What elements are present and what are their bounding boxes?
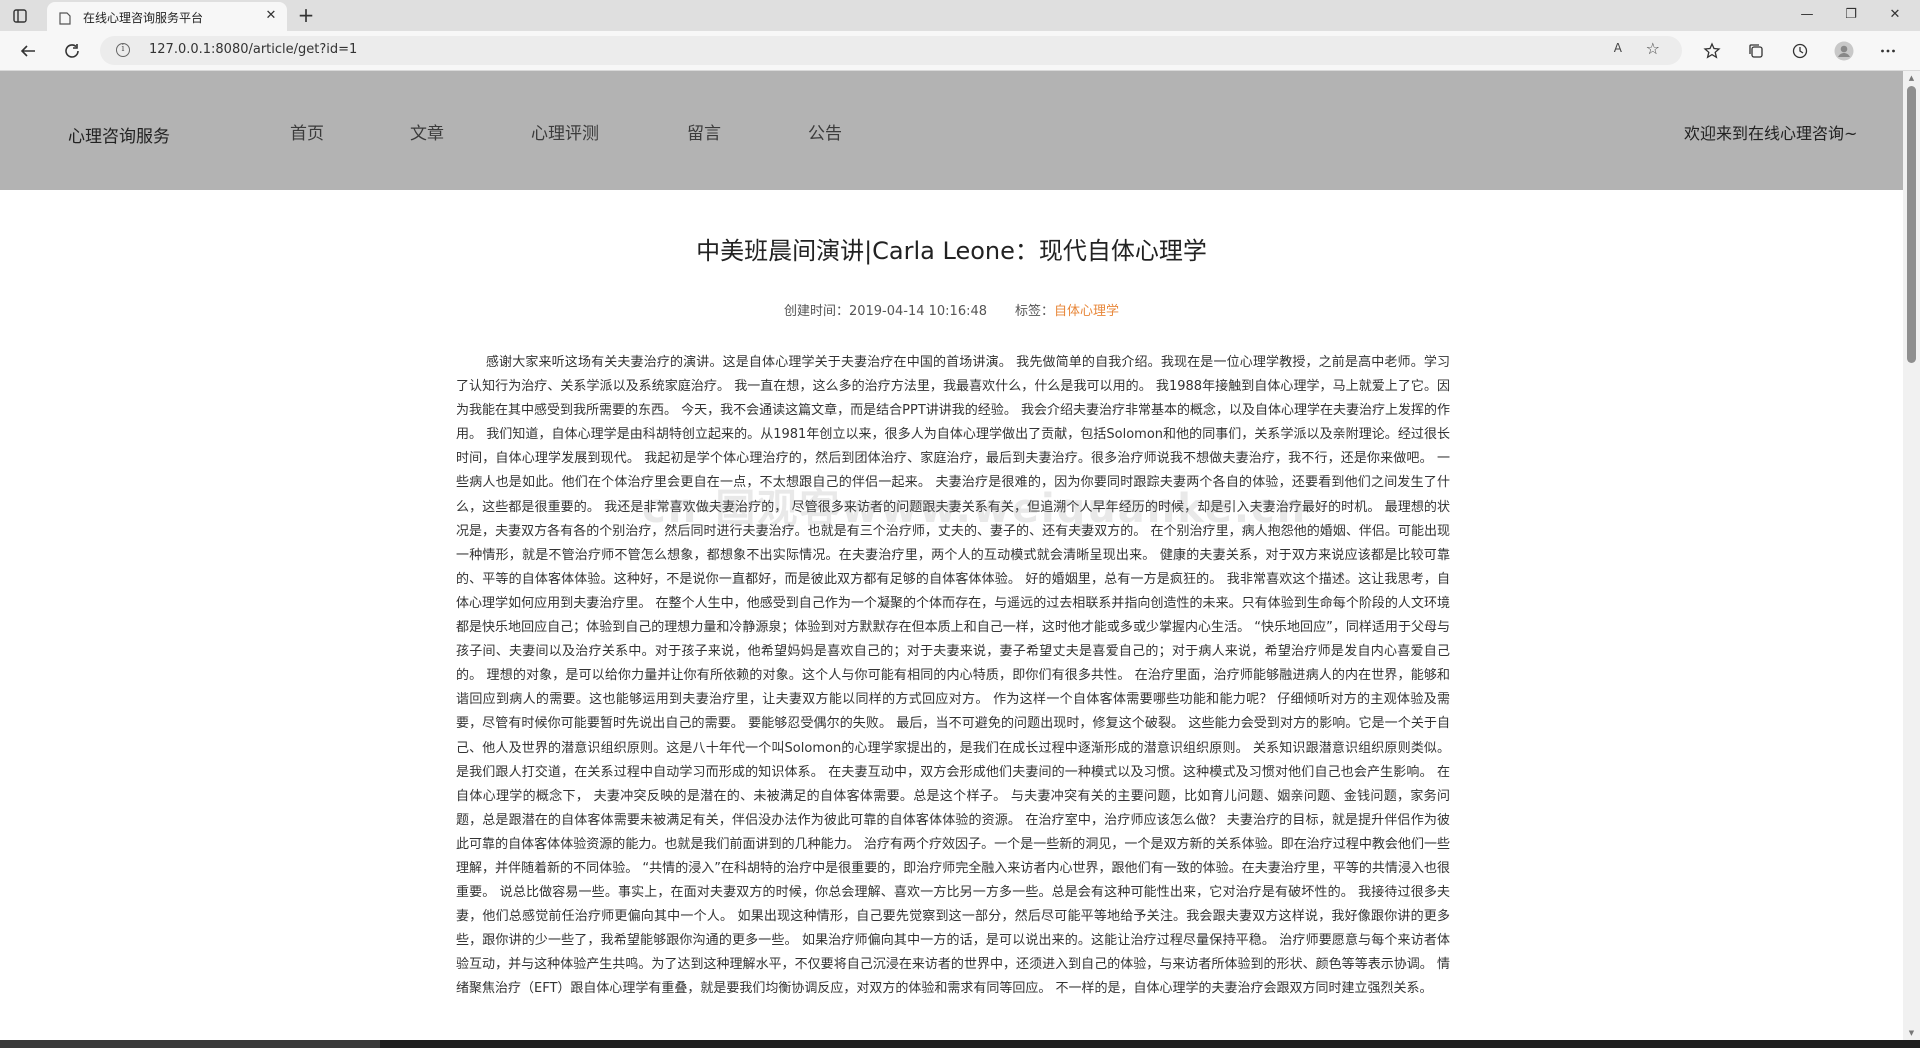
window-minimize-icon[interactable]: —	[1796, 5, 1818, 25]
refresh-icon[interactable]	[61, 40, 83, 62]
browser-tab-active[interactable]: 在线心理咨询服务平台 ✕	[47, 2, 287, 31]
created-value: 2019-04-14 10:16:48	[848, 304, 988, 319]
tag-link[interactable]: 自体心理学	[1054, 304, 1119, 319]
window-close-icon[interactable]: ✕	[1884, 5, 1906, 25]
add-favorite-icon[interactable]: ☆	[1646, 39, 1660, 58]
nav-messages[interactable]: 留言	[687, 119, 721, 144]
site-brand[interactable]: 心理咨询服务	[68, 122, 170, 147]
page-favicon-icon	[59, 10, 71, 25]
created-label: 创建时间：	[783, 304, 849, 319]
article-body: 感谢大家来听这场有关夫妻治疗的演讲。这是自体心理学关于夫妻治疗在中国的首场讲演。…	[456, 355, 1450, 997]
address-url[interactable]: 127.0.0.1:8080/article/get?id=1	[149, 42, 357, 57]
taskbar-strip	[0, 1040, 380, 1048]
article-title: 中美班晨间演讲|Carla Leone：现代自体心理学	[696, 237, 1207, 265]
tab-title: 在线心理咨询服务平台	[83, 11, 204, 25]
read-aloud-icon[interactable]: A	[1614, 41, 1622, 55]
nav-articles[interactable]: 文章	[410, 119, 444, 144]
tab-close-icon[interactable]: ✕	[263, 8, 279, 24]
site-info-icon[interactable]: i	[116, 43, 130, 57]
scrollbar-thumb[interactable]	[1907, 86, 1916, 363]
window-restore-icon[interactable]: ❐	[1840, 5, 1862, 25]
scroll-up-icon[interactable]: ▲	[1903, 71, 1920, 85]
site-header: 心理咨询服务 首页 文章 心理评测 留言 公告 欢迎来到在线心理咨询~	[0, 71, 1903, 190]
browser-toolbar: i 127.0.0.1:8080/article/get?id=1 A ☆	[0, 31, 1920, 71]
os-taskbar	[0, 1040, 1920, 1048]
nav-announcements[interactable]: 公告	[808, 119, 842, 144]
profile-avatar-icon[interactable]	[1833, 40, 1855, 62]
history-icon[interactable]	[1789, 40, 1811, 62]
scroll-down-icon[interactable]: ▼	[1903, 1026, 1920, 1040]
nav-psych-test[interactable]: 心理评测	[531, 119, 599, 144]
page-scrollbar[interactable]: ▲ ▼	[1903, 71, 1920, 1040]
back-arrow-icon[interactable]	[17, 40, 39, 62]
address-bar[interactable]: i 127.0.0.1:8080/article/get?id=1 A ☆	[100, 36, 1682, 65]
new-tab-icon[interactable]: +	[295, 4, 317, 26]
welcome-text: 欢迎来到在线心理咨询~	[1684, 124, 1858, 143]
favorites-icon[interactable]	[1701, 40, 1723, 62]
article-meta: 创建时间：2019-04-14 10:16:48 标签：自体心理学	[0, 300, 1903, 319]
tag-label: 标签：	[1015, 304, 1055, 319]
nav-home[interactable]: 首页	[290, 119, 324, 144]
browser-tab-strip: 在线心理咨询服务平台 ✕ + — ❐ ✕	[0, 0, 1920, 31]
more-menu-icon[interactable]	[1877, 40, 1899, 62]
collections-icon[interactable]	[1745, 40, 1767, 62]
tab-actions-icon[interactable]	[10, 6, 30, 26]
page-viewport: 心理咨询服务 首页 文章 心理评测 留言 公告 欢迎来到在线心理咨询~ 中美班晨…	[0, 71, 1903, 1048]
